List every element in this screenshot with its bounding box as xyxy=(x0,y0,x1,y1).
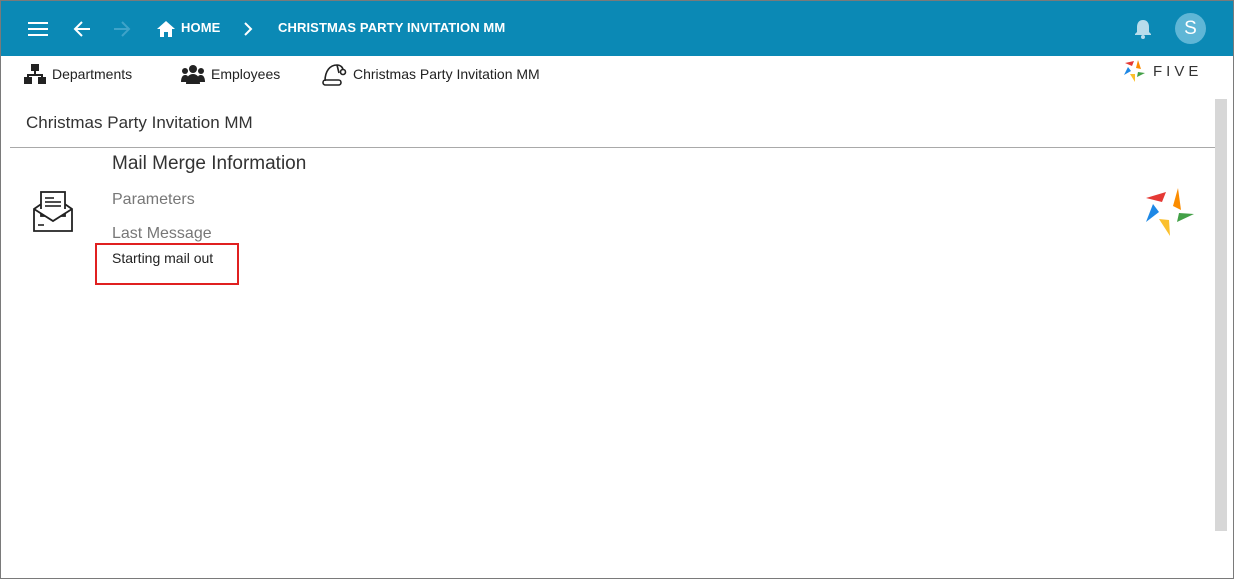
vertical-scrollbar[interactable] xyxy=(1215,99,1227,531)
breadcrumb-home[interactable]: HOME xyxy=(181,20,220,35)
brand-name: FIVE xyxy=(1153,62,1203,80)
menu-item-label: Christmas Party Invitation MM xyxy=(353,66,540,82)
page-title: Christmas Party Invitation MM xyxy=(26,113,253,132)
menu-item-employees[interactable]: Employees xyxy=(181,61,280,87)
five-star-icon xyxy=(1144,186,1196,243)
five-star-icon xyxy=(1124,60,1145,82)
divider xyxy=(10,147,1215,148)
avatar[interactable]: S xyxy=(1175,13,1206,44)
app-window: HOME CHRISTMAS PARTY INVITATION MM S Dep… xyxy=(0,0,1234,579)
top-app-bar: HOME CHRISTMAS PARTY INVITATION MM S xyxy=(1,1,1233,56)
menu-item-christmas-party-invitation-mm[interactable]: Christmas Party Invitation MM xyxy=(322,61,540,87)
section-title: Mail Merge Information xyxy=(112,153,307,174)
chevron-right-icon xyxy=(235,16,261,42)
santa-hat-icon xyxy=(322,64,347,86)
org-chart-icon xyxy=(24,64,46,84)
menu-icon[interactable] xyxy=(25,16,51,42)
breadcrumb-current: CHRISTMAS PARTY INVITATION MM xyxy=(278,20,506,35)
bell-icon[interactable] xyxy=(1130,16,1156,42)
menu-item-label: Departments xyxy=(52,66,133,82)
users-icon xyxy=(181,65,205,84)
menu-item-departments[interactable]: Departments xyxy=(24,61,132,87)
forward-arrow-icon[interactable] xyxy=(109,16,135,42)
home-icon[interactable] xyxy=(153,16,179,42)
highlight-box xyxy=(95,243,239,285)
menu-item-label: Employees xyxy=(211,66,281,82)
last-message-label: Last Message xyxy=(112,225,212,242)
parameters-label: Parameters xyxy=(112,191,195,208)
envelope-letter-icon xyxy=(32,191,74,238)
back-arrow-icon[interactable] xyxy=(69,16,95,42)
five-logo: FIVE xyxy=(1123,59,1213,83)
